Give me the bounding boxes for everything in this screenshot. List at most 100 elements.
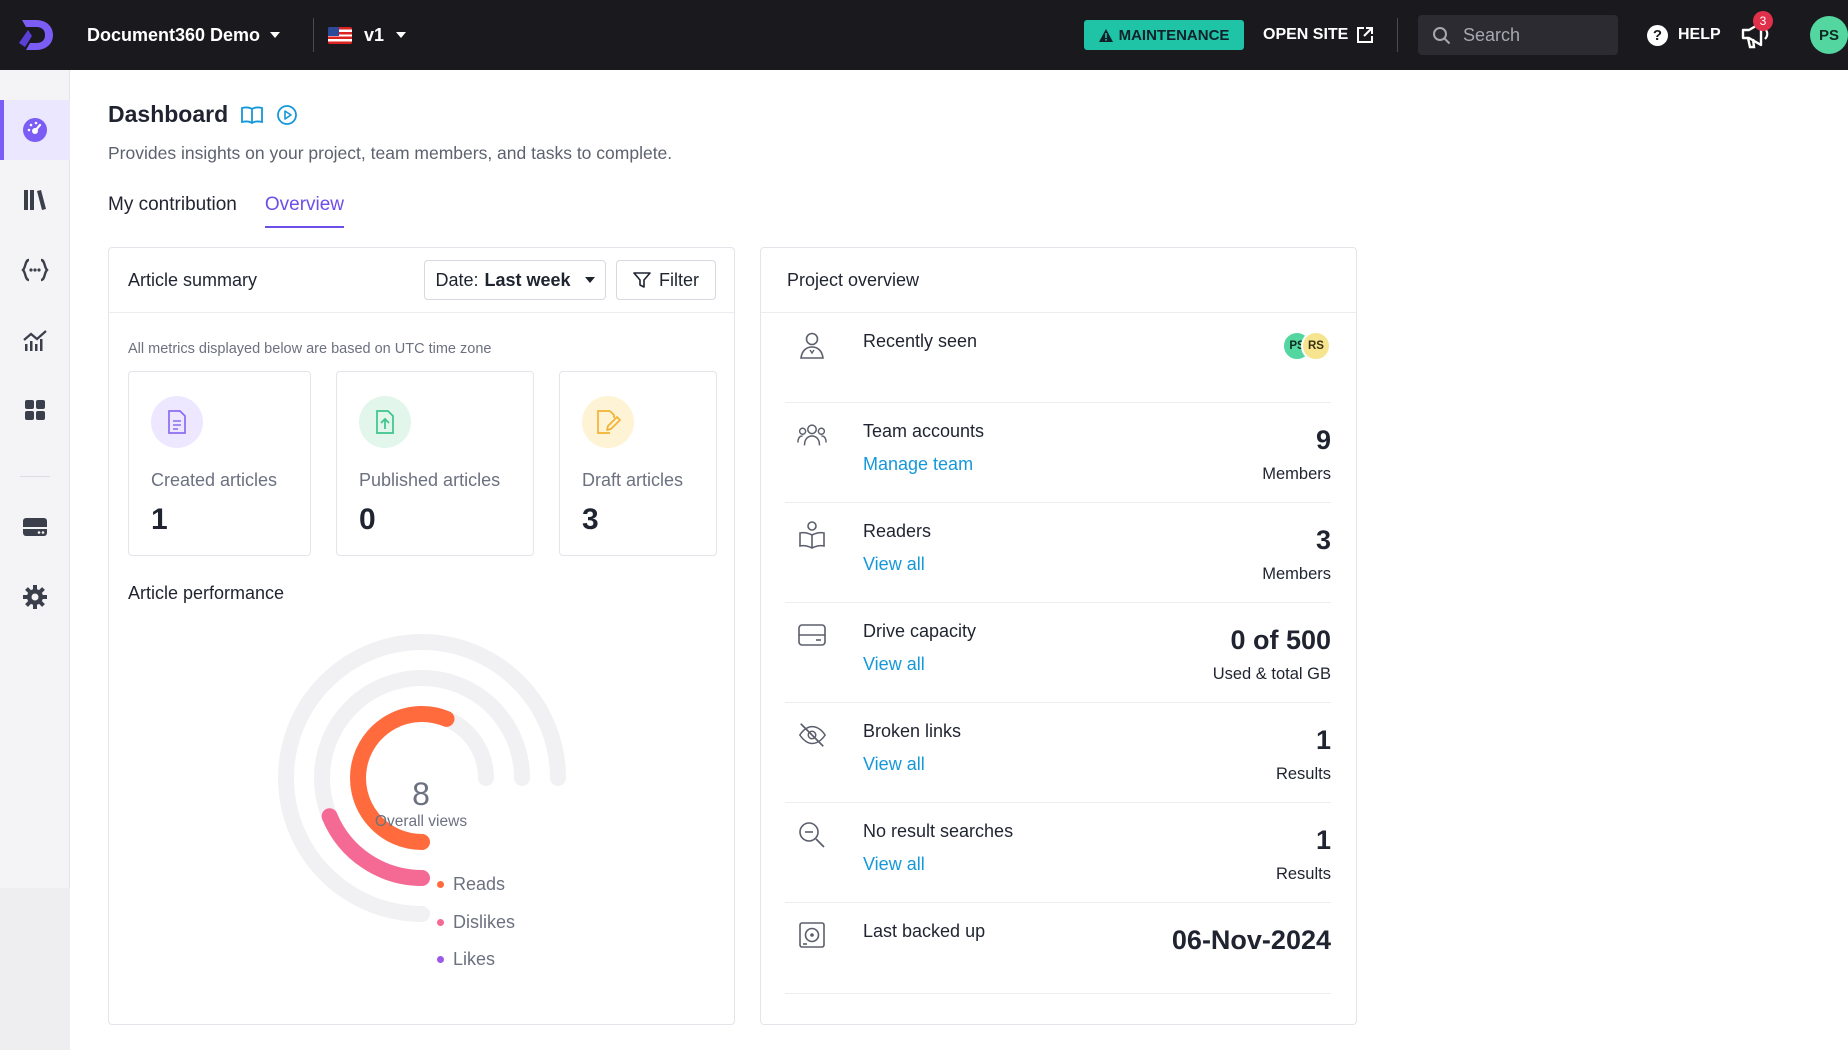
sidebar-item-widgets[interactable] bbox=[0, 380, 70, 440]
last-backup-label: Last backed up bbox=[863, 921, 986, 941]
widgets-icon bbox=[25, 400, 45, 420]
stat-value: 1 bbox=[151, 503, 168, 536]
project-overview-header: Project overview bbox=[761, 248, 1356, 313]
date-range-dropdown[interactable]: Date: Last week bbox=[424, 260, 606, 300]
project-name: Document360 Demo bbox=[87, 24, 261, 45]
no-result-searches-label: No result searches bbox=[863, 821, 1014, 841]
tab-overview[interactable]: Overview bbox=[264, 194, 345, 228]
stat-draft-articles[interactable]: Draft articles 3 bbox=[559, 371, 717, 556]
user-avatar[interactable]: PS bbox=[1810, 16, 1848, 54]
reader-icon bbox=[799, 521, 825, 549]
last-backup-row: Last backed up 06-Nov-2024 bbox=[785, 903, 1331, 994]
team-accounts-unit: Members bbox=[1262, 465, 1331, 483]
book-icon[interactable] bbox=[240, 105, 264, 125]
page-title: Dashboard bbox=[108, 101, 298, 128]
open-site-button[interactable]: OPEN SITE bbox=[1263, 0, 1374, 70]
sidebar-divider bbox=[20, 476, 50, 477]
manage-team-link[interactable]: Manage team bbox=[863, 454, 973, 475]
project-overview-card: Project overview Recently seen PS RS Tea… bbox=[760, 247, 1357, 1025]
page-title-text: Dashboard bbox=[108, 101, 229, 127]
api-icon bbox=[21, 258, 49, 282]
search-box[interactable] bbox=[1418, 15, 1618, 55]
recently-seen-row: Recently seen PS RS bbox=[785, 313, 1331, 403]
sidebar-footer bbox=[0, 888, 70, 1050]
backup-icon bbox=[799, 922, 825, 948]
last-backup-value: 06-Nov-2024 bbox=[1171, 925, 1331, 955]
overall-views-label: Overall views bbox=[374, 813, 468, 830]
sidebar-item-analytics[interactable] bbox=[0, 310, 70, 370]
team-accounts-label: Team accounts bbox=[863, 421, 985, 441]
version-label: v1 bbox=[364, 24, 385, 45]
divider bbox=[1397, 18, 1398, 52]
upload-document-icon bbox=[376, 410, 394, 434]
broken-links-value: 1 bbox=[1315, 725, 1331, 755]
stat-value: 0 bbox=[359, 503, 376, 536]
notification-badge: 3 bbox=[1753, 11, 1773, 31]
stat-published-articles[interactable]: Published articles 0 bbox=[336, 371, 534, 556]
tab-my-contribution[interactable]: My contribution bbox=[108, 194, 237, 228]
readers-row: Readers View all 3 Members bbox=[785, 503, 1331, 603]
broken-links-row: Broken links View all 1 Results bbox=[785, 703, 1331, 803]
sidebar-item-api[interactable] bbox=[0, 240, 70, 300]
legend-item-reads: Reads bbox=[437, 874, 505, 895]
filter-button[interactable]: Filter bbox=[616, 260, 716, 300]
maintenance-button[interactable]: MAINTENANCE bbox=[1084, 20, 1244, 50]
sidebar-item-settings[interactable] bbox=[0, 567, 70, 627]
search-input[interactable] bbox=[1463, 24, 1603, 46]
drive-view-all-link[interactable]: View all bbox=[863, 654, 925, 675]
play-video-icon[interactable] bbox=[276, 104, 298, 126]
team-icon bbox=[797, 424, 827, 446]
readers-view-all-link[interactable]: View all bbox=[863, 554, 925, 575]
warning-icon bbox=[1098, 28, 1113, 42]
version-selector[interactable]: v1 bbox=[328, 0, 407, 70]
sidebar-item-dashboard[interactable] bbox=[0, 100, 70, 160]
help-button[interactable]: ? HELP bbox=[1647, 0, 1721, 70]
legend-dot bbox=[437, 919, 444, 926]
project-selector[interactable]: Document360 Demo bbox=[87, 0, 281, 70]
broken-link-icon bbox=[798, 723, 827, 747]
document360-logo-icon[interactable] bbox=[16, 16, 56, 54]
avatar-rs[interactable]: RS bbox=[1301, 331, 1331, 361]
filter-label: Filter bbox=[659, 269, 699, 290]
stat-value: 3 bbox=[582, 503, 599, 536]
stat-label: Draft articles bbox=[582, 470, 684, 490]
date-prefix: Date: bbox=[435, 269, 479, 290]
sidebar-item-drive[interactable] bbox=[0, 497, 70, 557]
document-icon bbox=[168, 410, 186, 434]
readers-label: Readers bbox=[863, 521, 932, 541]
stat-created-articles[interactable]: Created articles 1 bbox=[128, 371, 311, 556]
top-bar: Document360 Demo v1 MAINTENANCE OPEN SIT… bbox=[0, 0, 1848, 70]
article-summary-card: Article summary Date: Last week Filter A… bbox=[108, 247, 735, 1025]
date-value: Last week bbox=[484, 269, 571, 290]
team-accounts-row: Team accounts Manage team 9 Members bbox=[785, 403, 1331, 503]
sidebar-item-documentation[interactable] bbox=[0, 170, 70, 230]
drive-capacity-label: Drive capacity bbox=[863, 621, 977, 641]
stat-icon-wrap bbox=[582, 396, 634, 448]
article-summary-title: Article summary bbox=[128, 269, 258, 290]
settings-icon bbox=[23, 585, 47, 609]
edit-document-icon bbox=[597, 410, 621, 434]
legend-dot bbox=[437, 956, 444, 963]
project-overview-title: Project overview bbox=[787, 269, 920, 290]
no-result-searches-value: 1 bbox=[1315, 825, 1331, 855]
drive-icon bbox=[798, 624, 826, 646]
broken-links-view-all-link[interactable]: View all bbox=[863, 754, 925, 775]
legend-dot bbox=[437, 881, 444, 888]
broken-links-unit: Results bbox=[1275, 765, 1331, 783]
chevron-down-icon bbox=[396, 32, 407, 38]
article-performance-title: Article performance bbox=[128, 583, 285, 603]
dashboard-icon bbox=[23, 118, 47, 142]
divider bbox=[313, 18, 314, 52]
stat-icon-wrap bbox=[359, 396, 411, 448]
chevron-down-icon bbox=[584, 277, 595, 283]
us-flag-icon bbox=[328, 26, 352, 44]
documentation-icon bbox=[24, 190, 46, 210]
drive-capacity-row: Drive capacity View all 0 of 500 Used & … bbox=[785, 603, 1331, 703]
legend-label: Likes bbox=[453, 949, 496, 969]
search-minus-icon bbox=[799, 822, 825, 848]
legend-label: Dislikes bbox=[453, 912, 516, 932]
chevron-down-icon bbox=[270, 32, 281, 38]
search-icon bbox=[1433, 26, 1451, 44]
team-accounts-value: 9 bbox=[1315, 425, 1331, 455]
no-result-view-all-link[interactable]: View all bbox=[863, 854, 925, 875]
